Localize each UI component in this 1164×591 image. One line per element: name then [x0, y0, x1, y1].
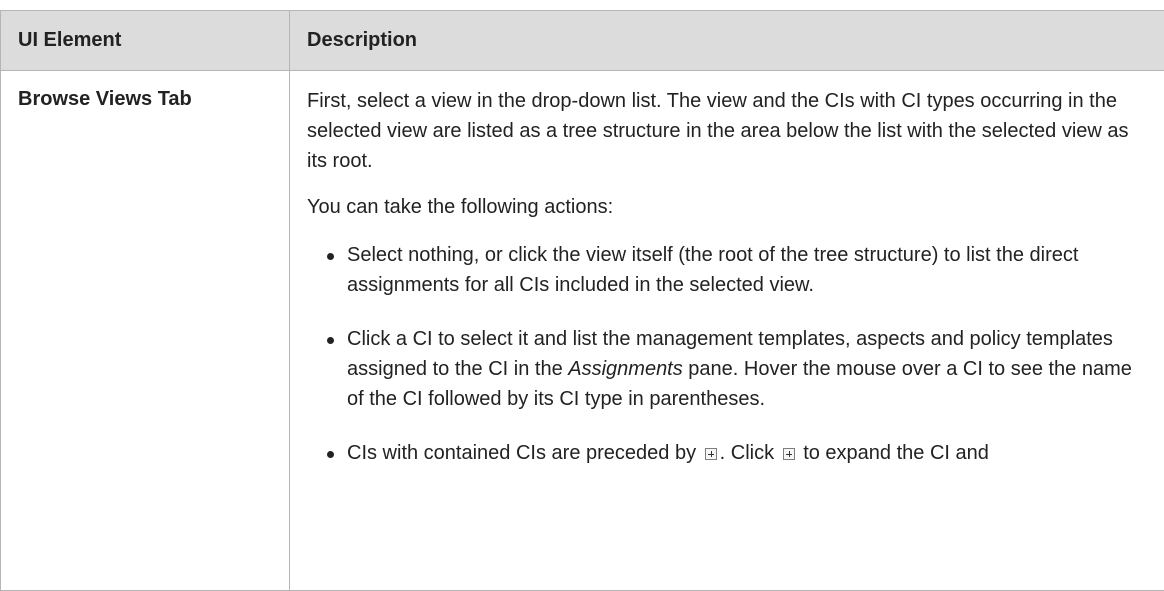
bullet-dot-icon [327, 337, 334, 344]
ui-element-table: UI Element Description Browse Views Tab … [0, 10, 1164, 591]
table-header-row: UI Element Description [1, 11, 1164, 71]
description-paragraph: You can take the following actions: [307, 192, 1147, 222]
bullet-dot-icon [327, 253, 334, 260]
list-item-text: . Click [720, 442, 780, 464]
list-item-text: to expand the CI and [798, 442, 989, 464]
list-item-text: CIs with contained CIs are preceded by [347, 442, 702, 464]
element-name: Browse Views Tab [18, 88, 192, 110]
bullet-dot-icon [327, 451, 334, 458]
actions-list: Select nothing, or click the view itself… [307, 240, 1147, 468]
description-paragraph: First, select a view in the drop-down li… [307, 86, 1147, 176]
list-item: Click a CI to select it and list the man… [325, 324, 1147, 414]
header-description: Description [290, 11, 1164, 71]
expand-plus-icon [705, 448, 717, 460]
table-row: Browse Views Tab First, select a view in… [1, 71, 1164, 591]
description-cell: First, select a view in the drop-down li… [290, 71, 1164, 591]
list-item-text: Select nothing, or click the view itself… [347, 244, 1078, 296]
assignments-pane-name: Assignments [568, 358, 683, 380]
expand-plus-icon [783, 448, 795, 460]
list-item: CIs with contained CIs are preceded by .… [325, 438, 1147, 468]
element-name-cell: Browse Views Tab [1, 71, 290, 591]
list-item: Select nothing, or click the view itself… [325, 240, 1147, 300]
header-ui-element: UI Element [1, 11, 290, 71]
